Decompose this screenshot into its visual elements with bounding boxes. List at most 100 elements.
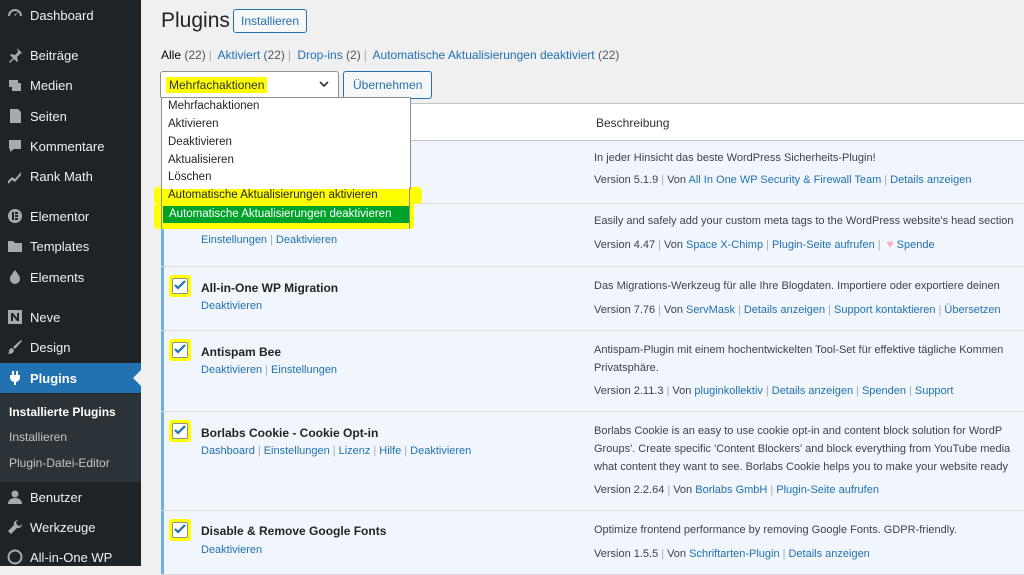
settings-link[interactable]: Einstellungen: [264, 445, 330, 457]
license-link[interactable]: Lizenz: [339, 445, 371, 457]
sidebar-item-templates[interactable]: Templates: [0, 231, 141, 261]
submenu-item-install[interactable]: Installieren: [9, 430, 67, 444]
author-link[interactable]: ServMask: [686, 304, 735, 316]
support-link[interactable]: Support kontaktieren: [834, 304, 936, 316]
sidebar-item-kommentare[interactable]: Kommentare: [0, 131, 141, 161]
translate-link[interactable]: Übersetzen: [944, 304, 1000, 316]
deactivate-link[interactable]: Deaktivieren: [201, 544, 262, 556]
bulk-action-select[interactable]: Mehrfachaktionen: [160, 71, 339, 99]
option-activate[interactable]: Aktivieren: [168, 118, 219, 130]
author-link[interactable]: Borlabs GmbH: [695, 484, 767, 496]
user-icon: [6, 488, 24, 506]
plugin-checkbox[interactable]: [172, 423, 188, 439]
submenu-item-plugin-editor[interactable]: Plugin-Datei-Editor: [9, 456, 110, 470]
option-delete[interactable]: Löschen: [168, 171, 211, 183]
sidebar-item-label: Templates: [30, 238, 90, 254]
sidebar-item-medien[interactable]: Medien: [0, 70, 141, 100]
plugin-actions: Deaktivieren | Einstellungen: [201, 364, 338, 376]
plugin-description: Antispam-Plugin mit einem hochentwickelt…: [594, 344, 1004, 374]
plugin-checkbox[interactable]: [172, 342, 188, 358]
chart-icon: [6, 167, 24, 185]
author-link[interactable]: All In One WP Security & Firewall Team: [689, 174, 882, 186]
sidebar-item-label: Dashboard: [30, 7, 94, 23]
sidebar-item-label: Medien: [30, 77, 73, 93]
sidebar-item-elementor[interactable]: Elementor: [0, 201, 141, 231]
sidebar-item-elements[interactable]: Elements: [0, 262, 141, 292]
brush-icon: [6, 338, 24, 356]
sidebar-item-label: Rank Math: [30, 168, 93, 184]
deactivate-link[interactable]: Deaktivieren: [410, 445, 471, 457]
sidebar-item-label: All-in-One WP: [30, 549, 113, 565]
dashboard-link[interactable]: Dashboard: [201, 445, 255, 457]
sidebar-item-beitraege[interactable]: Beiträge: [0, 40, 141, 70]
filter-active[interactable]: Aktiviert (22): [218, 48, 285, 62]
sidebar-item-benutzer[interactable]: Benutzer: [0, 482, 141, 512]
sidebar-item-design[interactable]: Design: [0, 332, 141, 362]
option-update[interactable]: Aktualisieren: [168, 154, 234, 166]
donate-link[interactable]: Spenden: [862, 385, 906, 397]
filter-dropins[interactable]: Drop-ins (2): [297, 48, 360, 62]
details-link[interactable]: Details anzeigen: [744, 304, 825, 316]
admin-sidebar: Dashboard Beiträge Medien Seiten Komment…: [0, 0, 141, 566]
settings-link[interactable]: Einstellungen: [201, 234, 267, 246]
sidebar-item-label: Design: [30, 339, 71, 355]
plugins-submenu: Installierte Plugins Installieren Plugin…: [0, 394, 141, 482]
donate-link[interactable]: Spende: [897, 239, 935, 251]
details-link[interactable]: Details anzeigen: [788, 548, 869, 560]
deactivate-link[interactable]: Deaktivieren: [201, 300, 262, 312]
details-link[interactable]: Details anzeigen: [890, 174, 971, 186]
plugin-meta: Version 1.5.5 | Von Schriftarten-Plugin | De…: [594, 548, 870, 560]
option-enable-autoupdates[interactable]: Automatische Aktualisierungen aktivieren: [168, 189, 378, 201]
neve-icon: [6, 308, 24, 326]
folder-icon: [6, 237, 24, 255]
sidebar-item-label: Kommentare: [30, 138, 105, 154]
add-plugin-button[interactable]: Installieren: [233, 9, 308, 33]
main-content: Plugins Installieren Alle (22) | Aktivier…: [141, 0, 1024, 575]
table-row: Disable & Remove Google Fonts Deaktivier…: [161, 511, 1024, 575]
plugin-actions: Deaktivieren: [201, 300, 262, 312]
shield-icon: [6, 548, 24, 566]
option-deactivate[interactable]: Deaktivieren: [168, 136, 232, 148]
plugin-description: Easily and safely add your custom meta t…: [594, 215, 1014, 227]
plug-icon: [6, 369, 24, 387]
sidebar-item-label: Elements: [30, 269, 85, 285]
deactivate-link[interactable]: Deaktivieren: [276, 234, 337, 246]
pin-icon: [6, 46, 24, 64]
plugin-page-link[interactable]: Plugin-Seite aufrufen: [772, 239, 875, 251]
sidebar-item-all-in-one-wp[interactable]: All-in-One WP: [0, 542, 141, 572]
deactivate-link[interactable]: Deaktivieren: [201, 364, 262, 376]
elements-icon: [6, 268, 24, 286]
filter-all[interactable]: Alle (22): [161, 48, 206, 62]
author-link[interactable]: Schriftarten-Plugin: [689, 548, 780, 560]
sidebar-item-label: Seiten: [30, 108, 67, 124]
plugin-description: Optimize frontend performance by removin…: [594, 524, 957, 536]
author-link[interactable]: pluginkollektiv: [694, 385, 762, 397]
sidebar-item-seiten[interactable]: Seiten: [0, 101, 141, 131]
plugin-checkbox[interactable]: [172, 522, 188, 538]
help-link[interactable]: Hilfe: [379, 445, 401, 457]
submenu-item-installed-plugins[interactable]: Installierte Plugins: [9, 405, 116, 419]
apply-button[interactable]: Übernehmen: [343, 71, 433, 99]
wrench-icon: [6, 518, 24, 536]
support-link[interactable]: Support: [915, 385, 954, 397]
sidebar-item-plugins[interactable]: Plugins: [0, 363, 141, 393]
sidebar-item-werkzeuge[interactable]: Werkzeuge: [0, 512, 141, 542]
sidebar-item-neve[interactable]: Neve: [0, 302, 141, 332]
option-disable-autoupdates-selected[interactable]: Automatische Aktualisierungen deaktivier…: [163, 206, 409, 223]
sidebar-item-dashboard[interactable]: Dashboard: [0, 0, 141, 30]
checkbox-highlight: [169, 339, 191, 361]
option-bulk-actions[interactable]: Mehrfachaktionen: [168, 100, 259, 112]
plugin-page-link[interactable]: Plugin-Seite aufrufen: [776, 484, 879, 496]
option-disable-autoupdates: Automatische Aktualisierungen deaktivier…: [169, 208, 392, 220]
author-link[interactable]: Space X-Chimp: [686, 239, 763, 251]
settings-link[interactable]: Einstellungen: [271, 364, 337, 376]
plugin-meta: Version 7.76 | Von ServMask | Details anzeig…: [594, 304, 1001, 316]
plugin-meta: Version 2.2.64 | Von Borlabs GmbH | Plugin-S…: [594, 484, 879, 496]
plugin-actions: Dashboard | Einstellungen | Lizenz | Hilfe | Dea…: [201, 445, 472, 457]
filter-autoupdate-disabled[interactable]: Automatische Aktualisierungen deaktivier…: [373, 48, 620, 62]
details-link[interactable]: Details anzeigen: [772, 385, 853, 397]
page-title: Plugins: [161, 9, 230, 32]
plugin-name: Borlabs Cookie - Cookie Opt-in: [201, 426, 379, 440]
plugin-checkbox[interactable]: [172, 278, 188, 294]
sidebar-item-rank-math[interactable]: Rank Math: [0, 161, 141, 191]
